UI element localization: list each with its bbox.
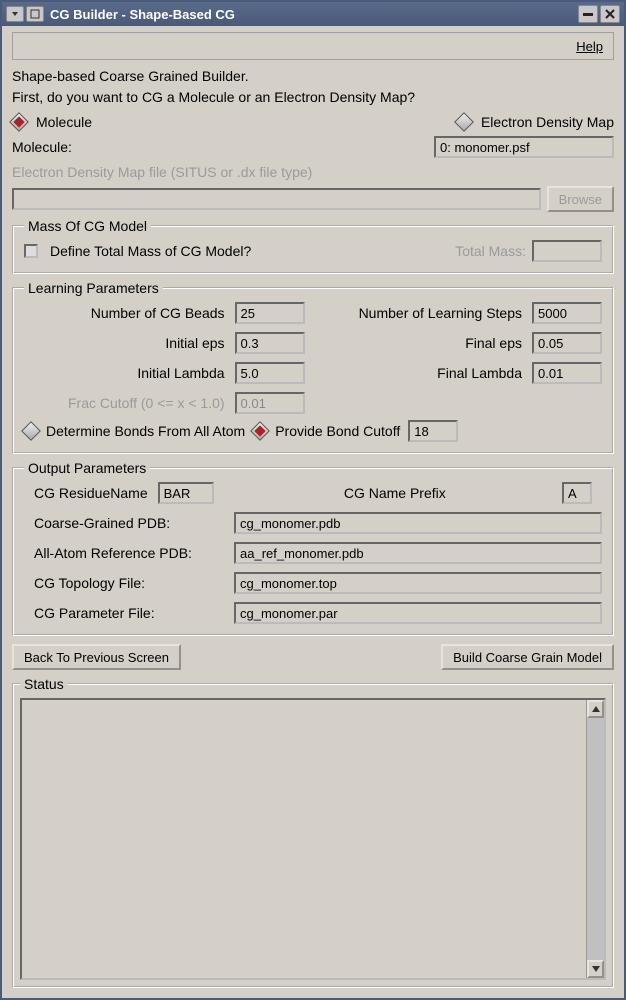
radio-bonds-cutoff-label: Provide Bond Cutoff [275, 423, 400, 439]
minimize-button[interactable] [578, 5, 598, 23]
molecule-label: Molecule: [12, 139, 72, 155]
edm-file-row: Browse [12, 186, 614, 212]
molecule-input[interactable] [434, 136, 614, 158]
status-text[interactable] [22, 700, 586, 978]
bond-mode-row: Determine Bonds From All Atom Provide Bo… [24, 420, 602, 442]
define-mass-label: Define Total Mass of CG Model? [50, 243, 251, 259]
aa-ref-input[interactable] [234, 542, 602, 564]
cg-par-input[interactable] [234, 602, 602, 624]
radio-bonds-allatom[interactable] [21, 421, 41, 441]
radio-molecule[interactable] [9, 112, 29, 132]
action-row: Back To Previous Screen Build Coarse Gra… [12, 644, 614, 670]
radio-molecule-label: Molecule [36, 114, 92, 130]
initial-lambda-label: Initial Lambda [24, 365, 225, 381]
num-beads-input[interactable] [235, 302, 305, 324]
edm-file-input [12, 188, 541, 210]
window-menu-icon[interactable] [6, 6, 24, 22]
molecule-row: Molecule: [12, 136, 614, 158]
window-title: CG Builder - Shape-Based CG [50, 7, 235, 22]
status-area [20, 698, 606, 980]
cg-top-input[interactable] [234, 572, 602, 594]
radio-edm-label: Electron Density Map [481, 114, 614, 130]
toolbar: Help [12, 32, 614, 60]
intro-text: Shape-based Coarse Grained Builder. Firs… [12, 66, 614, 108]
status-legend: Status [20, 676, 68, 692]
learning-legend: Learning Parameters [24, 280, 163, 296]
learning-fieldset: Learning Parameters Number of CG Beads N… [12, 280, 614, 454]
total-mass-input [532, 240, 602, 262]
num-steps-input[interactable] [532, 302, 602, 324]
radio-bonds-allatom-label: Determine Bonds From All Atom [46, 423, 245, 439]
frac-cutoff-input [235, 392, 305, 414]
cg-pdb-input[interactable] [234, 512, 602, 534]
initial-eps-label: Initial eps [24, 335, 225, 351]
name-prefix-input[interactable] [562, 482, 592, 504]
intro-line-1: Shape-based Coarse Grained Builder. [12, 66, 614, 87]
final-lambda-input[interactable] [532, 362, 602, 384]
help-button[interactable]: Help [572, 37, 607, 56]
define-mass-checkbox[interactable] [24, 244, 38, 258]
scroll-up-button[interactable] [587, 700, 604, 718]
cg-top-label: CG Topology File: [24, 575, 224, 591]
intro-line-2: First, do you want to CG a Molecule or a… [12, 87, 614, 108]
close-button[interactable] [600, 5, 620, 23]
mass-fieldset: Mass Of CG Model Define Total Mass of CG… [12, 218, 614, 274]
radio-bonds-cutoff[interactable] [250, 421, 270, 441]
final-eps-input[interactable] [532, 332, 602, 354]
residue-name-input[interactable] [158, 482, 214, 504]
build-button[interactable]: Build Coarse Grain Model [441, 644, 614, 670]
client-area: Help Shape-based Coarse Grained Builder.… [2, 26, 624, 998]
frac-cutoff-label: Frac Cutoff (0 <= x < 1.0) [24, 395, 225, 411]
main-window: CG Builder - Shape-Based CG Help Shape-b… [0, 0, 626, 1000]
cg-par-label: CG Parameter File: [24, 605, 224, 621]
initial-lambda-input[interactable] [235, 362, 305, 384]
browse-button: Browse [547, 186, 614, 212]
final-eps-label: Final eps [315, 335, 522, 351]
name-prefix-label: CG Name Prefix [228, 485, 552, 501]
scroll-down-button[interactable] [587, 960, 604, 978]
cg-pdb-label: Coarse-Grained PDB: [24, 515, 224, 531]
radio-edm[interactable] [454, 112, 474, 132]
aa-ref-label: All-Atom Reference PDB: [24, 545, 224, 561]
source-type-row: Molecule Electron Density Map [12, 114, 614, 130]
status-scrollbar[interactable] [586, 700, 604, 978]
num-beads-label: Number of CG Beads [24, 305, 225, 321]
edm-file-label: Electron Density Map file (SITUS or .dx … [12, 164, 614, 180]
residue-name-label: CG ResidueName [24, 485, 148, 501]
status-fieldset: Status [12, 676, 614, 988]
initial-eps-input[interactable] [235, 332, 305, 354]
app-icon [26, 6, 44, 22]
bond-cutoff-input[interactable] [408, 420, 458, 442]
output-legend: Output Parameters [24, 460, 150, 476]
titlebar[interactable]: CG Builder - Shape-Based CG [2, 2, 624, 26]
mass-legend: Mass Of CG Model [24, 218, 151, 234]
total-mass-label: Total Mass: [455, 243, 526, 259]
scroll-track[interactable] [587, 718, 604, 960]
output-fieldset: Output Parameters CG ResidueName CG Name… [12, 460, 614, 636]
num-steps-label: Number of Learning Steps [315, 305, 522, 321]
final-lambda-label: Final Lambda [315, 365, 522, 381]
back-button[interactable]: Back To Previous Screen [12, 644, 181, 670]
